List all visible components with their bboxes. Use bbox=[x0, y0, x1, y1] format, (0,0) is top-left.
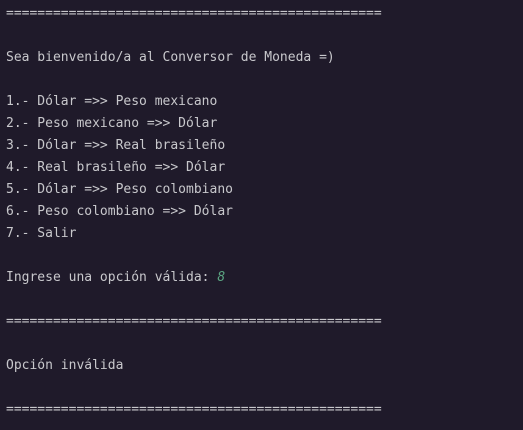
error-message: Opción inválida bbox=[6, 358, 124, 373]
separator-line-top: ========================================… bbox=[6, 6, 382, 21]
menu-option-4: 4.- Real brasileño =>> Dólar bbox=[6, 160, 226, 175]
input-prompt-line: Ingrese una opción válida: 8 bbox=[6, 269, 225, 287]
console-output[interactable]: ========================================… bbox=[0, 0, 523, 430]
separator-line-bottom: ========================================… bbox=[6, 402, 382, 417]
user-input-value: 8 bbox=[217, 270, 226, 285]
input-prompt: Ingrese una opción válida: bbox=[6, 270, 218, 285]
menu-option-3: 3.- Dólar =>> Real brasileño bbox=[6, 138, 226, 153]
menu-option-7: 7.- Salir bbox=[6, 226, 77, 241]
welcome-message: Sea bienvenido/a al Conversor de Moneda … bbox=[6, 50, 335, 65]
menu-option-5: 5.- Dólar =>> Peso colombiano bbox=[6, 182, 233, 197]
separator-line-middle: ========================================… bbox=[6, 314, 382, 329]
menu-option-2: 2.- Peso mexicano =>> Dólar bbox=[6, 116, 218, 131]
menu-option-1: 1.- Dólar =>> Peso mexicano bbox=[6, 94, 218, 109]
menu-option-6: 6.- Peso colombiano =>> Dólar bbox=[6, 204, 233, 219]
